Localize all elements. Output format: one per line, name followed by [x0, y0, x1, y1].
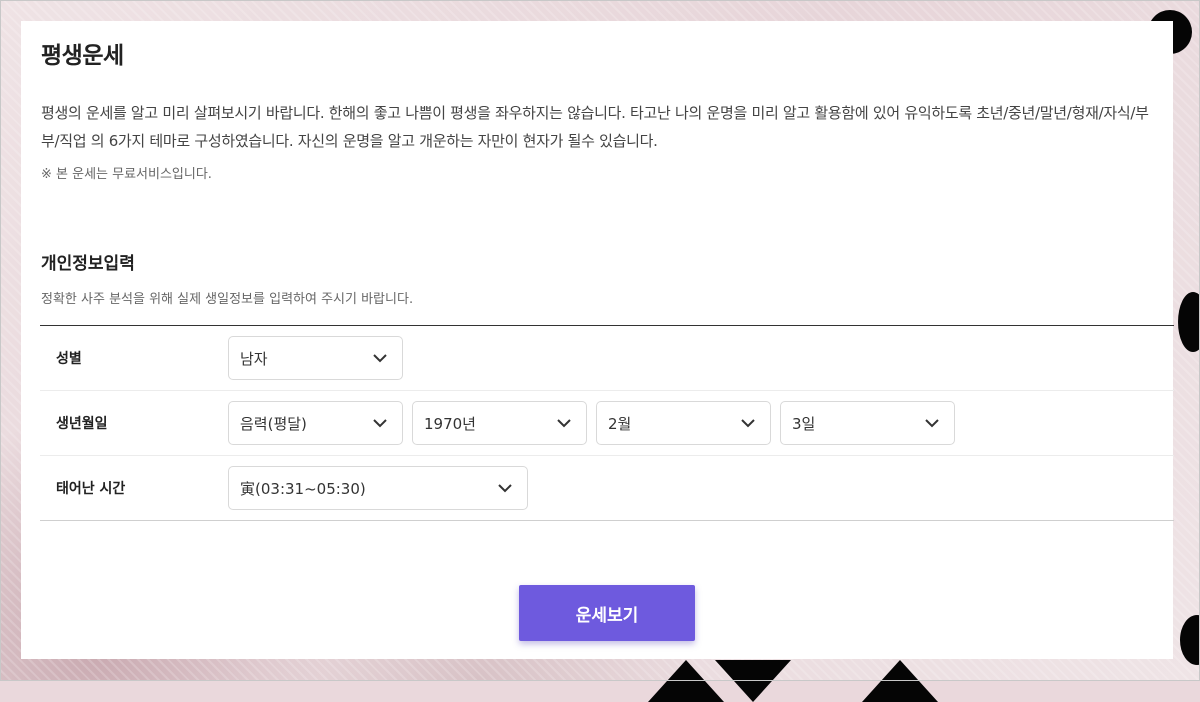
- gender-fields: 남자: [228, 336, 403, 380]
- birth-time-row: 태어난 시간 寅(03:31~05:30): [40, 455, 1174, 520]
- chevron-down-icon: [372, 350, 388, 366]
- birthday-row: 생년월일 음력(평달) 1970년 2월 3일: [40, 390, 1174, 455]
- view-fortune-button[interactable]: 운세보기: [519, 585, 695, 641]
- birth-day-select[interactable]: 3일: [780, 401, 955, 445]
- birthday-label: 생년월일: [56, 416, 108, 432]
- birth-year-select[interactable]: 1970년: [412, 401, 587, 445]
- birth-day-value: 3일: [792, 414, 816, 433]
- decorative-triangle: [648, 660, 724, 702]
- fortune-card: 평생운세 평생의 운세를 알고 미리 살펴보시기 바랍니다. 한해의 좋고 나쁨…: [21, 21, 1174, 659]
- gender-row: 성별 남자: [40, 326, 1174, 390]
- chevron-down-icon: [497, 480, 513, 496]
- chevron-down-icon: [556, 415, 572, 431]
- personal-info-description: 정확한 사주 분석을 위해 실제 생일정보를 입력하여 주시기 바랍니다.: [41, 292, 414, 307]
- birthday-fields: 음력(평달) 1970년 2월 3일: [228, 401, 955, 445]
- gender-select[interactable]: 남자: [228, 336, 403, 380]
- page-title: 평생운세: [41, 43, 124, 69]
- personal-info-form: 성별 남자 생년월일 음력(평달) 1970년 2월 3일 태어난 시간 寅(0…: [40, 325, 1174, 521]
- chevron-down-icon: [740, 415, 756, 431]
- chevron-down-icon: [372, 415, 388, 431]
- birth-time-select[interactable]: 寅(03:31~05:30): [228, 466, 528, 510]
- intro-text: 평생의 운세를 알고 미리 살펴보시기 바랍니다. 한해의 좋고 나쁨이 평생을…: [41, 104, 1149, 150]
- birth-month-value: 2월: [608, 414, 632, 433]
- gender-label: 성별: [56, 351, 82, 367]
- personal-info-title: 개인정보입력: [41, 254, 135, 274]
- free-service-note: ※ 본 운세는 무료서비스입니다.: [41, 167, 212, 182]
- decorative-blob: [1178, 292, 1200, 352]
- gender-select-value: 남자: [240, 349, 268, 368]
- decorative-triangle: [862, 660, 938, 702]
- birth-year-value: 1970년: [424, 414, 476, 433]
- decorative-triangle: [715, 660, 791, 702]
- birth-time-fields: 寅(03:31~05:30): [228, 466, 528, 510]
- birth-time-value: 寅(03:31~05:30): [240, 479, 366, 498]
- chevron-down-icon: [924, 415, 940, 431]
- birth-month-select[interactable]: 2월: [596, 401, 771, 445]
- calendar-type-select[interactable]: 음력(평달): [228, 401, 403, 445]
- birth-time-label: 태어난 시간: [56, 481, 126, 497]
- calendar-type-value: 음력(평달): [240, 414, 307, 433]
